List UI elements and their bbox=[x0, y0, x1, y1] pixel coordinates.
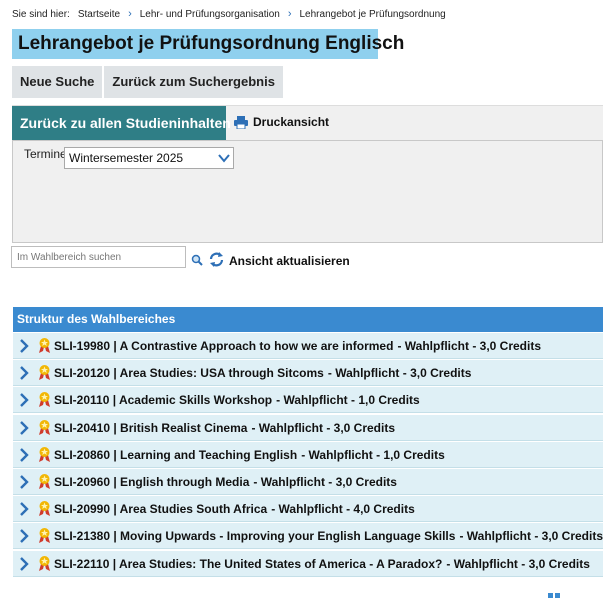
refresh-icon[interactable] bbox=[208, 251, 225, 268]
list-item[interactable]: SLI-21380 | Moving Upwards - Improving y… bbox=[13, 523, 603, 550]
list-item-title: SLI-20110 | Academic Skills Workshop - Wa… bbox=[54, 393, 420, 407]
refresh-view-button[interactable]: Ansicht aktualisieren bbox=[229, 254, 350, 268]
elective-search-input[interactable] bbox=[11, 246, 186, 268]
course-title: SLI-19980 | A Contrastive Approach to ho… bbox=[54, 339, 394, 353]
award-icon bbox=[39, 473, 50, 489]
term-select[interactable]: Wintersemester 2025 bbox=[64, 147, 234, 169]
course-title: SLI-22110 | Area Studies: The United Sta… bbox=[54, 556, 443, 571]
list-item-title: SLI-21380 | Moving Upwards - Improving y… bbox=[54, 529, 603, 543]
list-item[interactable]: SLI-22110 | Area Studies: The United Sta… bbox=[13, 550, 603, 577]
structure-list: SLI-19980 | A Contrastive Approach to ho… bbox=[13, 333, 603, 578]
breadcrumb-link-organisation[interactable]: Lehr- und Prüfungsorganisation bbox=[140, 9, 280, 20]
list-item-title: SLI-20120 | Area Studies: USA through Si… bbox=[54, 366, 471, 380]
course-meta: - Wahlpflicht - 1,0 Credits bbox=[301, 447, 445, 462]
list-item[interactable]: SLI-20120 | Area Studies: USA through Si… bbox=[13, 360, 603, 387]
list-item-title: SLI-20410 | British Realist Cinema - Wahl… bbox=[54, 421, 395, 435]
award-icon bbox=[39, 338, 50, 353]
chevron-right-icon: › bbox=[128, 8, 132, 20]
award-icon bbox=[39, 501, 50, 517]
course-meta: - Wahlpflicht - 3,0 Credits bbox=[251, 420, 396, 435]
printer-icon bbox=[234, 115, 248, 129]
list-item[interactable]: SLI-20860 | Learning and Teaching Englis… bbox=[13, 441, 603, 468]
structure-header: Struktur des Wahlbereiches bbox=[13, 307, 603, 332]
course-meta: - Wahlpflicht - 4,0 Credits bbox=[271, 502, 415, 517]
breadcrumb-prefix: Sie sind hier: bbox=[12, 8, 70, 20]
course-title: SLI-20960 | English through Media bbox=[54, 474, 250, 489]
print-view-label: Druckansicht bbox=[253, 115, 330, 129]
course-meta: - Wahlpflicht - 3,0 Credits bbox=[459, 529, 603, 544]
grid-icon bbox=[548, 593, 560, 598]
print-view-link[interactable]: Druckansicht bbox=[234, 115, 329, 129]
course-title: SLI-20120 | Area Studies: USA through Si… bbox=[54, 366, 324, 381]
list-item[interactable]: SLI-20410 | British Realist Cinema - Wahl… bbox=[13, 414, 603, 441]
breadcrumb: Sie sind hier: Startseite › Lehr- und Pr… bbox=[12, 8, 446, 20]
chevron-right-icon: › bbox=[287, 8, 292, 20]
list-item[interactable]: SLI-20110 | Academic Skills Workshop - Wa… bbox=[13, 387, 603, 414]
award-icon bbox=[39, 392, 50, 408]
list-item-title: SLI-20990 | Area Studies South Africa - W… bbox=[54, 502, 415, 516]
course-title: SLI-20110 | Academic Skills Workshop bbox=[54, 393, 273, 408]
chevron-right-icon[interactable] bbox=[19, 447, 29, 462]
breadcrumb-current: Lehrangebot je Prüfungsordnung bbox=[299, 8, 446, 20]
list-item-title: SLI-19980 | A Contrastive Approach to ho… bbox=[54, 339, 541, 353]
back-to-results-button[interactable]: Zurück zum Suchergebnis bbox=[104, 66, 283, 98]
course-meta: - Wahlpflicht - 3,0 Credits bbox=[327, 366, 472, 381]
award-icon bbox=[39, 365, 50, 381]
chevron-right-icon[interactable] bbox=[19, 475, 29, 489]
filter-panel: Zurück zu allen Studieninhalten Druckans… bbox=[12, 105, 603, 243]
course-title: SLI-20860 | Learning and Teaching Englis… bbox=[54, 447, 298, 462]
list-item-title: SLI-20960 | English through Media - Wahlp… bbox=[54, 475, 397, 489]
chevron-right-icon[interactable] bbox=[19, 366, 29, 381]
course-title: SLI-21380 | Moving Upwards - Improving y… bbox=[54, 529, 456, 544]
course-title: SLI-20410 | British Realist Cinema bbox=[54, 420, 248, 435]
chevron-right-icon[interactable] bbox=[19, 420, 29, 435]
course-meta: - Wahlpflicht - 3,0 Credits bbox=[446, 556, 590, 571]
action-bar: Neue Suche Zurück zum Suchergebnis bbox=[12, 66, 283, 98]
chevron-right-icon[interactable] bbox=[19, 339, 29, 353]
course-meta: - Wahlpflicht - 3,0 Credits bbox=[397, 339, 542, 353]
page-title: Lehrangebot je Prüfungsordnung Englisch bbox=[12, 29, 404, 59]
term-label: Termine bbox=[24, 147, 67, 161]
breadcrumb-link-home[interactable]: Startseite bbox=[78, 9, 120, 20]
new-search-button[interactable]: Neue Suche bbox=[12, 66, 103, 98]
chevron-right-icon[interactable] bbox=[19, 556, 29, 571]
chevron-down-icon bbox=[218, 154, 230, 163]
list-item-title: SLI-22110 | Area Studies: The United Sta… bbox=[54, 557, 590, 571]
list-item[interactable]: SLI-19980 | A Contrastive Approach to ho… bbox=[13, 333, 603, 359]
course-meta: - Wahlpflicht - 3,0 Credits bbox=[253, 474, 397, 489]
back-to-all-contents-button[interactable]: Zurück zu allen Studieninhalten bbox=[12, 106, 231, 140]
award-icon bbox=[39, 555, 50, 571]
chevron-right-icon[interactable] bbox=[19, 393, 29, 408]
award-icon bbox=[39, 528, 50, 544]
list-item[interactable]: SLI-20990 | Area Studies South Africa - W… bbox=[13, 496, 603, 523]
list-item[interactable]: SLI-20960 | English through Media - Wahlp… bbox=[13, 468, 603, 495]
chevron-right-icon[interactable] bbox=[19, 529, 29, 544]
search-icon[interactable] bbox=[191, 254, 203, 266]
filter-area: Termine Wintersemester 2025 bbox=[12, 140, 603, 243]
course-title: SLI-20990 | Area Studies South Africa bbox=[54, 502, 268, 517]
course-meta: - Wahlpflicht - 1,0 Credits bbox=[276, 393, 420, 408]
list-item-title: SLI-20860 | Learning and Teaching Englis… bbox=[54, 448, 445, 462]
chevron-right-icon[interactable] bbox=[19, 502, 29, 516]
term-select-value: Wintersemester 2025 bbox=[69, 151, 184, 165]
award-icon bbox=[39, 419, 50, 435]
award-icon bbox=[39, 446, 50, 462]
